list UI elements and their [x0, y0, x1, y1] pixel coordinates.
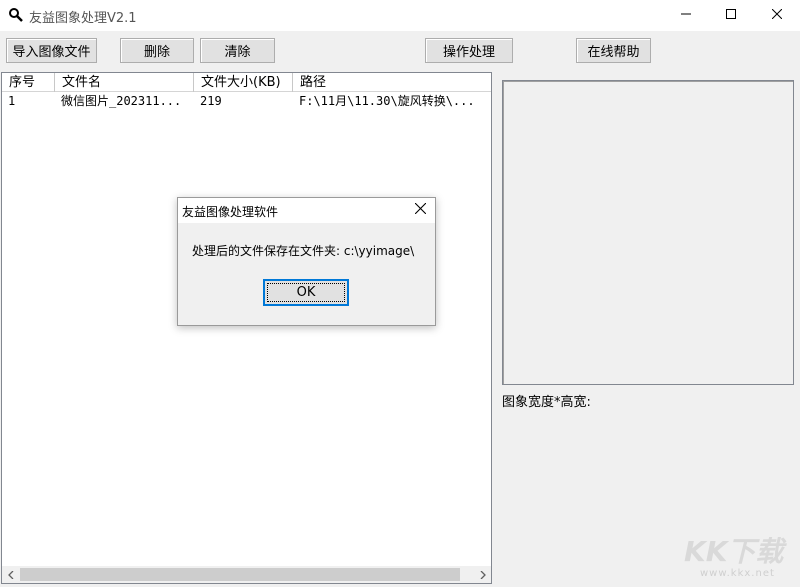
online-help-button[interactable]: 在线帮助	[576, 38, 651, 63]
column-header-filename[interactable]: 文件名	[55, 73, 194, 92]
file-list[interactable]: 序号 文件名 文件大小(KB) 路径 1 微信图片_202311... 219 …	[1, 72, 492, 584]
ok-button[interactable]: OK	[263, 279, 349, 306]
process-button[interactable]: 操作处理	[425, 38, 513, 63]
cell-path: F:\11月\11.30\旋风转换\...	[299, 94, 475, 108]
window-title: 友益图象处理V2.1	[29, 11, 137, 26]
cell-filesize: 219	[200, 94, 222, 108]
column-header-seq[interactable]: 序号	[2, 73, 55, 92]
cell-filename: 微信图片_202311...	[61, 94, 182, 108]
horizontal-scrollbar[interactable]	[2, 566, 491, 583]
maximize-icon	[726, 8, 736, 23]
column-header-path[interactable]: 路径	[293, 73, 491, 92]
close-button[interactable]	[754, 0, 800, 31]
minimize-icon	[681, 8, 691, 23]
cell-seq: 1	[8, 94, 16, 108]
scroll-left-icon[interactable]	[2, 566, 19, 583]
maximize-button[interactable]	[708, 0, 754, 31]
title-bar: 友益图象处理V2.1	[0, 0, 800, 31]
watermark-logo: KK下载	[684, 535, 784, 568]
delete-button[interactable]: 删除	[120, 38, 194, 63]
magnifier-icon	[8, 7, 24, 23]
clear-button[interactable]: 清除	[200, 38, 275, 63]
dialog-title-bar: 友益图像处理软件	[178, 198, 435, 223]
dialog-title: 友益图像处理软件	[182, 205, 279, 219]
minimize-button[interactable]	[663, 0, 709, 31]
image-dimension-label: 图象宽度*高宽:	[502, 395, 591, 410]
message-dialog: 友益图像处理软件 处理后的文件保存在文件夹: c:\yyimage\ OK	[177, 197, 436, 326]
focus-rect	[267, 283, 345, 302]
watermark: KK下载 www.kkx.net	[684, 530, 794, 584]
dialog-close-button[interactable]	[406, 198, 435, 223]
image-preview	[502, 80, 794, 385]
scrollbar-thumb[interactable]	[20, 568, 460, 581]
close-icon	[414, 202, 427, 218]
import-image-button[interactable]: 导入图像文件	[6, 38, 97, 63]
list-row[interactable]: 1 微信图片_202311... 219 F:\11月\11.30\旋风转换\.…	[2, 93, 491, 110]
close-icon	[771, 8, 783, 23]
dialog-message: 处理后的文件保存在文件夹: c:\yyimage\	[192, 244, 415, 258]
column-header-filesize[interactable]: 文件大小(KB)	[194, 73, 293, 92]
watermark-url: www.kkx.net	[700, 568, 775, 579]
list-header: 序号 文件名 文件大小(KB) 路径	[2, 73, 491, 92]
scroll-right-icon[interactable]	[474, 566, 491, 583]
